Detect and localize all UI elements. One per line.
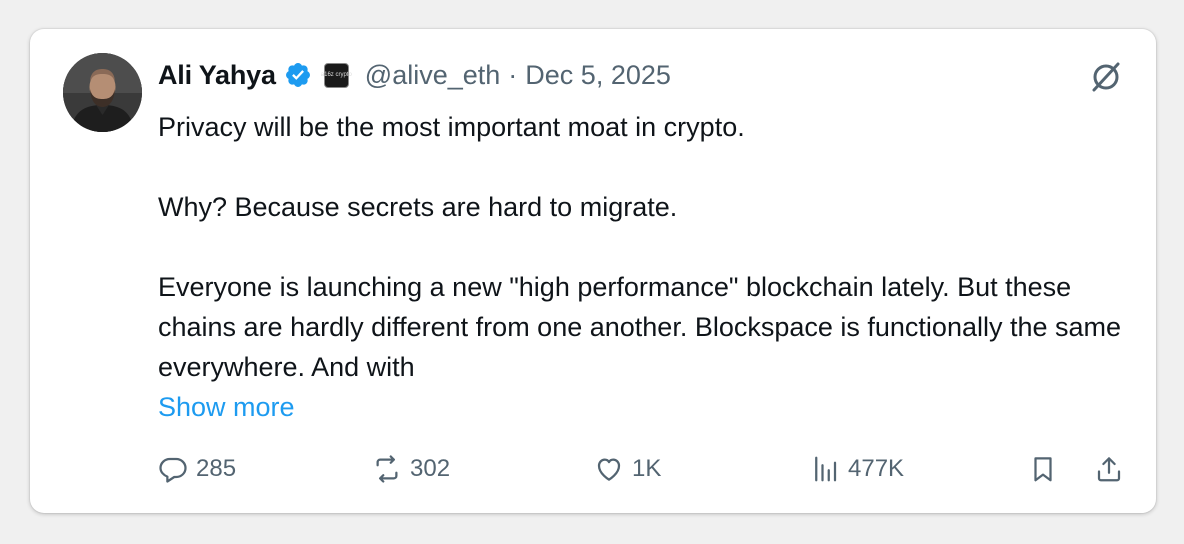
share-button[interactable] [1094,449,1124,489]
avatar[interactable] [63,53,142,132]
reply-count: 285 [196,455,237,482]
heart-icon [597,458,621,481]
tweet-date[interactable]: Dec 5, 2025 [525,60,671,91]
separator-dot: · [508,59,518,90]
author-handle[interactable]: @alive_eth [365,60,501,91]
show-more-link[interactable]: Show more [158,387,1138,427]
views-chart-icon [815,456,837,482]
affiliate-badge[interactable]: a16z crypto [321,62,352,88]
tweet-card[interactable]: Ali Yahya a16z crypto @alive_eth · Dec 5… [30,29,1156,513]
repost-count: 302 [410,455,451,482]
tweet-paragraph: Why? Because secrets are hard to migrate… [158,192,678,222]
share-icon [1097,457,1121,482]
verified-badge-icon [284,61,312,89]
bookmark-icon [1034,457,1052,482]
action-bar: 285 302 1K 477K [158,449,1128,489]
views-button[interactable]: 477K [810,449,904,489]
tweet-text: Privacy will be the most important moat … [158,107,1138,427]
tweet-header: Ali Yahya a16z crypto @alive_eth · Dec 5… [158,57,671,93]
bookmark-button[interactable] [1028,449,1058,489]
like-button[interactable]: 1K [594,449,661,489]
tweet-paragraph: Privacy will be the most important moat … [158,112,745,142]
repost-button[interactable]: 302 [372,449,450,489]
reply-button[interactable]: 285 [158,449,236,489]
views-count: 477K [848,455,905,482]
reply-icon [159,457,187,483]
x-logo-icon[interactable] [1088,59,1124,95]
tweet-paragraph: Everyone is launching a new "high perfor… [158,272,1122,382]
like-count: 1K [632,455,662,482]
repost-icon [376,455,398,483]
author-name[interactable]: Ali Yahya [158,60,276,91]
